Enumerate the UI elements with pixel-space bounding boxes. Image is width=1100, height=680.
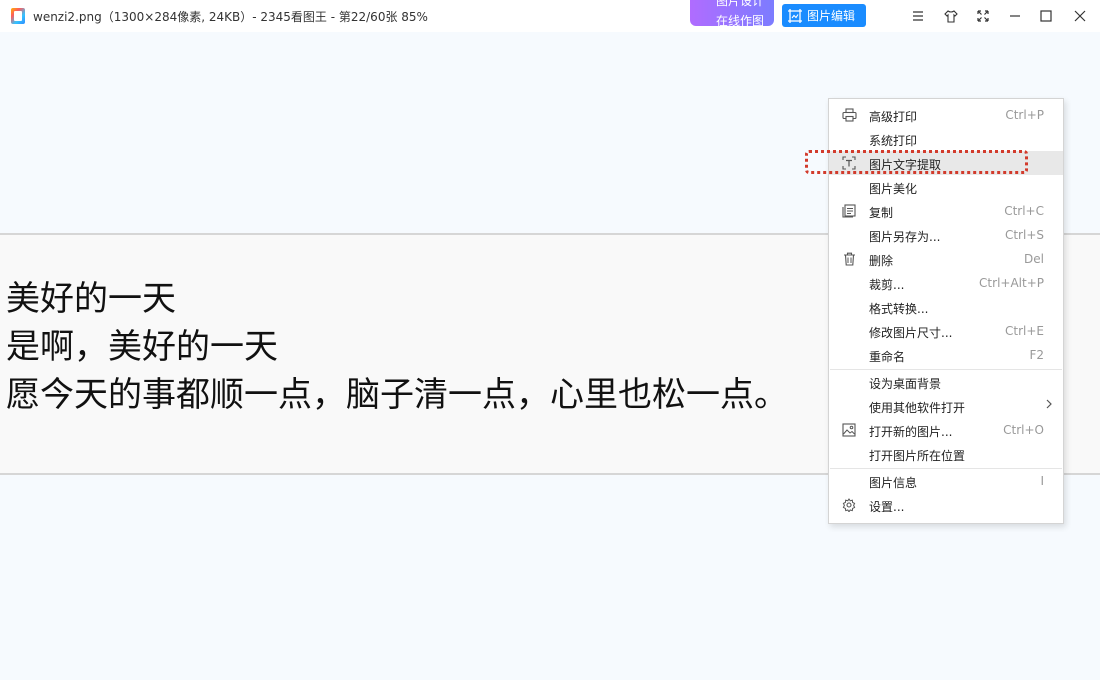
menu-item-label: 设为桌面背景 [869,377,942,391]
image-design-button[interactable]: 图片设计 在线作图 [690,0,774,26]
image-text-line-1: 美好的一天 [6,279,176,319]
menu-item-open-new[interactable]: 打开新的图片... Ctrl+O [829,418,1063,442]
chevron-right-icon [1045,398,1053,413]
menu-item-shortcut: Del [1024,252,1044,266]
menu-item-copy[interactable]: 复制 Ctrl+C [829,199,1063,223]
menu-item-label: 打开图片所在位置 [869,449,966,463]
menu-item-label: 重命名 [869,350,906,364]
minimize-icon[interactable] [1005,6,1025,26]
menu-item-image-info[interactable]: 图片信息 I [829,469,1063,493]
menu-item-set-wallpaper[interactable]: 设为桌面背景 [829,370,1063,394]
trash-icon [841,251,857,267]
menu-item-label: 图片信息 [869,476,918,490]
online-design-label: 在线作图 [716,14,765,26]
menu-item-label: 裁剪... [869,278,905,292]
menu-item-advanced-print[interactable]: 高级打印 Ctrl+P [829,103,1063,127]
window-title: wenzi2.png（1300×284像素, 24KB）- 2345看图王 - … [33,10,428,24]
menu-item-beautify[interactable]: 图片美化 [829,175,1063,199]
menu-item-shortcut: Ctrl+Alt+P [979,276,1044,290]
printer-icon [841,107,857,123]
menu-item-shortcut: Ctrl+E [1005,324,1044,338]
annotation-highlight-box [805,150,1028,174]
menu-item-shortcut: Ctrl+O [1003,423,1044,437]
menu-item-open-with[interactable]: 使用其他软件打开 [829,394,1063,418]
menu-item-label: 图片美化 [869,182,918,196]
image-text-line-2: 是啊，美好的一天 [6,327,278,367]
maximize-icon[interactable] [1036,6,1056,26]
menu-item-label: 复制 [869,206,894,220]
menu-item-label: 系统打印 [869,134,918,148]
copy-icon [841,203,857,219]
menu-item-crop[interactable]: 裁剪... Ctrl+Alt+P [829,271,1063,295]
crop-edit-icon [788,8,802,23]
menu-item-shortcut: Ctrl+C [1004,204,1044,218]
menu-item-label: 格式转换... [869,302,929,316]
menu-item-system-print[interactable]: 系统打印 [829,127,1063,151]
menu-item-label: 图片另存为... [869,230,941,244]
menu-item-label: 高级打印 [869,110,918,124]
menu-item-label: 修改图片尺寸... [869,326,953,340]
image-edit-button[interactable]: 图片编辑 [782,4,866,27]
menu-item-save-as[interactable]: 图片另存为... Ctrl+S [829,223,1063,247]
menu-item-rename[interactable]: 重命名 F2 [829,343,1063,367]
close-icon[interactable] [1070,6,1090,26]
menu-item-shortcut: Ctrl+S [1004,228,1044,242]
menu-item-label: 使用其他软件打开 [869,401,966,415]
menu-icon[interactable] [908,6,928,26]
menu-item-format-convert[interactable]: 格式转换... [829,295,1063,319]
menu-item-settings[interactable]: 设置... [829,493,1063,517]
menu-item-open-location[interactable]: 打开图片所在位置 [829,442,1063,466]
image-icon [841,422,857,438]
app-logo-icon [11,8,25,24]
menu-item-shortcut: Ctrl+P [1005,108,1044,122]
image-edit-label: 图片编辑 [807,9,856,23]
menu-item-label: 打开新的图片... [869,425,953,439]
menu-item-shortcut: I [1040,474,1044,488]
skin-shirt-icon[interactable] [941,6,961,26]
gear-icon [841,497,857,513]
menu-item-delete[interactable]: 删除 Del [829,247,1063,271]
image-text-line-3: 愿今天的事都顺一点，脑子清一点，心里也松一点。 [6,375,788,415]
menu-item-resize[interactable]: 修改图片尺寸... Ctrl+E [829,319,1063,343]
title-bar: wenzi2.png（1300×284像素, 24KB）- 2345看图王 - … [0,0,1100,32]
image-design-label: 图片设计 [716,0,765,8]
fullscreen-icon[interactable] [973,6,993,26]
menu-item-shortcut: F2 [1029,348,1044,362]
menu-item-label: 删除 [869,254,894,268]
menu-item-label: 设置... [869,500,905,514]
